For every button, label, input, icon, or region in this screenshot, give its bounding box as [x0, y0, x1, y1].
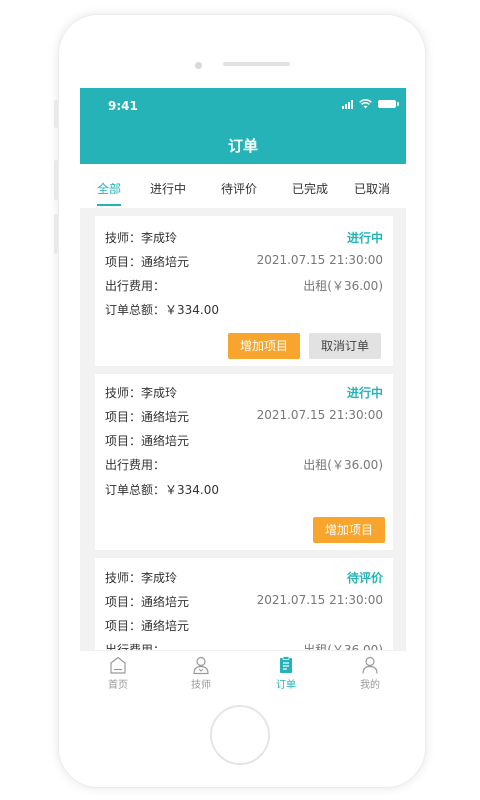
order-status: 进行中: [346, 231, 383, 245]
technician-icon: [193, 656, 209, 675]
item-name: 项目：通络培元: [105, 619, 190, 633]
item-name: 项目：通络培元: [105, 255, 190, 269]
mute-switch: [54, 100, 58, 128]
home-icon: [110, 656, 126, 674]
tabbar-label: 订单: [276, 680, 296, 691]
add-item-button[interactable]: 增加项目: [228, 333, 300, 359]
profile-icon: [362, 656, 378, 674]
item-row: 项目：通络培元 2021.07.15 21:30:00: [105, 408, 383, 425]
order-datetime: 2021.07.15 21:30:00: [256, 408, 383, 422]
travel-row: 出行费用： 出租(￥36.00): [105, 456, 383, 473]
technician-row: 技师：李成玲 待评价: [105, 569, 383, 586]
order-tabs: 全部 进行中 待评价 已完成 已取消: [80, 164, 406, 208]
item-row: 项目：通络培元: [105, 617, 383, 634]
front-camera: [195, 62, 202, 69]
tab-active-indicator: [97, 204, 121, 206]
bottom-tab-bar: 首页 技师 订单 我的: [80, 650, 406, 694]
travel-label: 出行费用：: [105, 458, 166, 472]
order-card[interactable]: 技师：李成玲 进行中 项目：通络培元 2021.07.15 21:30:00 出…: [95, 216, 393, 366]
order-card[interactable]: 技师：李成玲 进行中 项目：通络培元 2021.07.15 21:30:00 项…: [95, 374, 393, 550]
volume-down-button: [54, 214, 58, 254]
tab-pending-review[interactable]: 待评价: [221, 180, 257, 197]
technician-name: 技师：李成玲: [105, 571, 178, 585]
tab-all[interactable]: 全部: [97, 180, 121, 197]
tab-completed[interactable]: 已完成: [292, 180, 328, 197]
tab-cancelled[interactable]: 已取消: [354, 180, 390, 197]
tabbar-item-order[interactable]: 订单: [256, 651, 316, 691]
travel-value: 出租(￥36.00): [303, 279, 383, 293]
total-row: 订单总额：￥334.00: [105, 301, 383, 318]
page-title: 订单: [227, 137, 258, 155]
travel-value: 出租(￥36.00): [303, 458, 383, 472]
technician-name: 技师：李成玲: [105, 231, 178, 245]
tabbar-label: 技师: [191, 680, 211, 691]
item-row: 项目：通络培元 2021.07.15 21:30:00: [105, 253, 383, 270]
item-row: 项目：通络培元: [105, 432, 383, 449]
order-total: 订单总额：￥334.00: [105, 303, 219, 317]
order-total: 订单总额：￥334.00: [105, 483, 219, 497]
item-name: 项目：通络培元: [105, 410, 190, 424]
tab-in-progress[interactable]: 进行中: [150, 180, 186, 197]
status-icons: [342, 99, 399, 109]
battery-icon: [378, 100, 399, 108]
app-screen: 9:41 订单 全部 进行中 待评价 已完成 已取消 技师：李成玲 进行中 项目…: [80, 88, 406, 694]
tabbar-item-home[interactable]: 首页: [88, 651, 148, 691]
home-button[interactable]: [210, 705, 270, 765]
travel-row: 出行费用： 出租(￥36.00): [105, 277, 383, 294]
order-datetime: 2021.07.15 21:30:00: [256, 593, 383, 607]
order-status: 待评价: [346, 571, 383, 585]
technician-row: 技师：李成玲 进行中: [105, 384, 383, 401]
tabbar-label: 首页: [108, 680, 128, 691]
add-item-button[interactable]: 增加项目: [313, 517, 385, 543]
tabbar-label: 我的: [360, 680, 380, 691]
volume-up-button: [54, 160, 58, 200]
item-name: 项目：通络培元: [105, 595, 190, 609]
item-name: 项目：通络培元: [105, 434, 190, 448]
tabbar-item-technician[interactable]: 技师: [171, 651, 231, 691]
order-status: 进行中: [346, 386, 383, 400]
order-icon: [280, 656, 292, 673]
technician-name: 技师：李成玲: [105, 386, 178, 400]
travel-label: 出行费用：: [105, 279, 166, 293]
earpiece-speaker: [223, 62, 290, 66]
tabbar-item-profile[interactable]: 我的: [340, 651, 400, 691]
total-row: 订单总额：￥334.00: [105, 481, 383, 498]
item-row: 项目：通络培元 2021.07.15 21:30:00: [105, 593, 383, 610]
wifi-icon: [359, 99, 372, 109]
cancel-order-button[interactable]: 取消订单: [309, 333, 381, 359]
signal-icon: [342, 99, 353, 109]
status-time: 9:41: [108, 99, 138, 113]
technician-row: 技师：李成玲 进行中: [105, 229, 383, 246]
order-datetime: 2021.07.15 21:30:00: [256, 253, 383, 267]
app-header: 9:41 订单: [80, 88, 406, 164]
